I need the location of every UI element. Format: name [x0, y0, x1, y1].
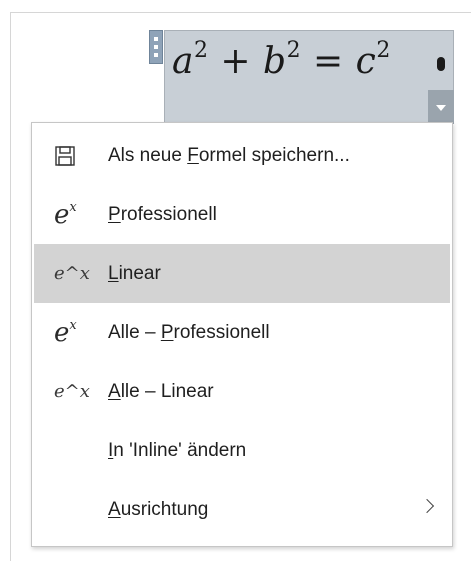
menu-item-label: Linear	[108, 262, 161, 284]
save-icon	[54, 126, 104, 185]
equation-exp-c: 2	[376, 38, 391, 63]
menu-item-label: Professionell	[108, 203, 217, 225]
linear-format-icon: e^x	[54, 381, 90, 402]
menu-item-alignment[interactable]: Ausrichtung	[34, 480, 450, 539]
chevron-down-icon	[436, 105, 446, 111]
equation-base-a: a	[172, 41, 194, 82]
equation-cursor-mark	[437, 57, 445, 71]
equation-exp-b: 2	[286, 38, 302, 63]
menu-item-all-professional[interactable]: ex Alle – Professionell	[34, 303, 450, 362]
menu-item-all-linear[interactable]: e^x Alle – Linear	[34, 362, 450, 421]
professional-format-icon: ex	[54, 318, 77, 348]
menu-item-label: Alle – Linear	[108, 380, 214, 402]
menu-item-change-to-inline[interactable]: In 'Inline' ändern	[34, 421, 450, 480]
professional-format-icon: ex	[54, 200, 77, 230]
equation-exp-a: 2	[193, 38, 209, 63]
equation-options-dropdown[interactable]	[428, 90, 454, 124]
menu-item-label: Als neue Formel speichern...	[108, 144, 350, 166]
menu-item-label: In 'Inline' ändern	[108, 439, 247, 461]
document-page-top-edge	[10, 12, 471, 13]
menu-item-label: Alle – Professionell	[108, 321, 270, 343]
linear-format-icon: e^x	[54, 263, 90, 284]
handle-dot	[154, 53, 158, 57]
chevron-right-icon	[419, 498, 435, 514]
handle-dot	[154, 37, 158, 41]
equation-plus: +	[208, 41, 264, 82]
menu-item-label: Ausrichtung	[108, 498, 209, 520]
equation-context-menu: Als neue Formel speichern... ex Professi…	[31, 122, 453, 547]
equation-base-c: c	[355, 41, 377, 82]
equation-equals: =	[301, 41, 356, 82]
handle-dot	[154, 45, 158, 49]
equation-base-b: b	[263, 41, 287, 82]
menu-item-linear[interactable]: e^x Linear	[34, 244, 450, 303]
equation-text[interactable]: a2 + b2 = c2	[172, 38, 432, 88]
equation-move-handle[interactable]	[149, 30, 163, 64]
document-page-left-edge	[10, 12, 11, 561]
save-icon-graphic	[55, 145, 75, 166]
menu-item-professional[interactable]: ex Professionell	[34, 185, 450, 244]
menu-item-save-as-new-equation[interactable]: Als neue Formel speichern...	[34, 126, 450, 185]
